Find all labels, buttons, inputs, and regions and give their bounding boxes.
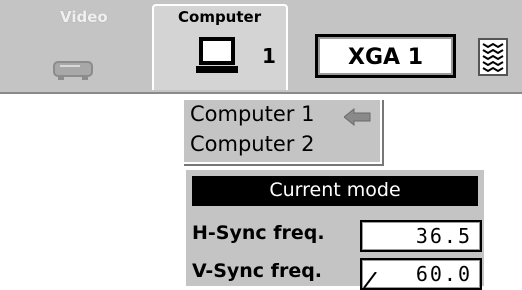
computer-input-list: Computer 1 Computer 2 <box>182 98 382 164</box>
current-mode-title: Current mode <box>269 179 401 201</box>
left-arrow-icon <box>344 108 371 126</box>
hsync-value: 36.5 <box>415 224 472 248</box>
vsync-value: 60.0 <box>415 262 472 286</box>
computer-monitor-icon <box>196 37 238 73</box>
hsync-label: H-Sync freq. <box>192 222 325 244</box>
mode-value: XGA 1 <box>347 45 423 70</box>
list-item-computer-1[interactable]: Computer 1 <box>190 102 314 126</box>
vsync-label: V-Sync freq. <box>192 260 323 282</box>
top-menu-bar: Video Computer 1 XGA 1 <box>0 0 522 94</box>
current-mode-header: Current mode <box>192 176 478 206</box>
scroll-pattern-icon <box>482 42 504 73</box>
hsync-value-field: 36.5 <box>360 220 482 252</box>
video-projector-icon <box>53 61 93 80</box>
tab-computer[interactable]: Computer 1 <box>152 4 288 90</box>
tab-video[interactable]: Video <box>8 6 152 88</box>
computer-number: 1 <box>262 44 276 68</box>
scroll-bar-icon[interactable] <box>478 38 508 76</box>
list-item-computer-2[interactable]: Computer 2 <box>190 132 314 156</box>
mode-display-box[interactable]: XGA 1 <box>315 34 456 78</box>
tab-computer-label: Computer <box>178 8 262 26</box>
pointer-line <box>363 272 377 288</box>
current-mode-panel: Current mode H-Sync freq. 36.5 V-Sync fr… <box>184 168 486 290</box>
tab-video-label: Video <box>60 8 108 26</box>
